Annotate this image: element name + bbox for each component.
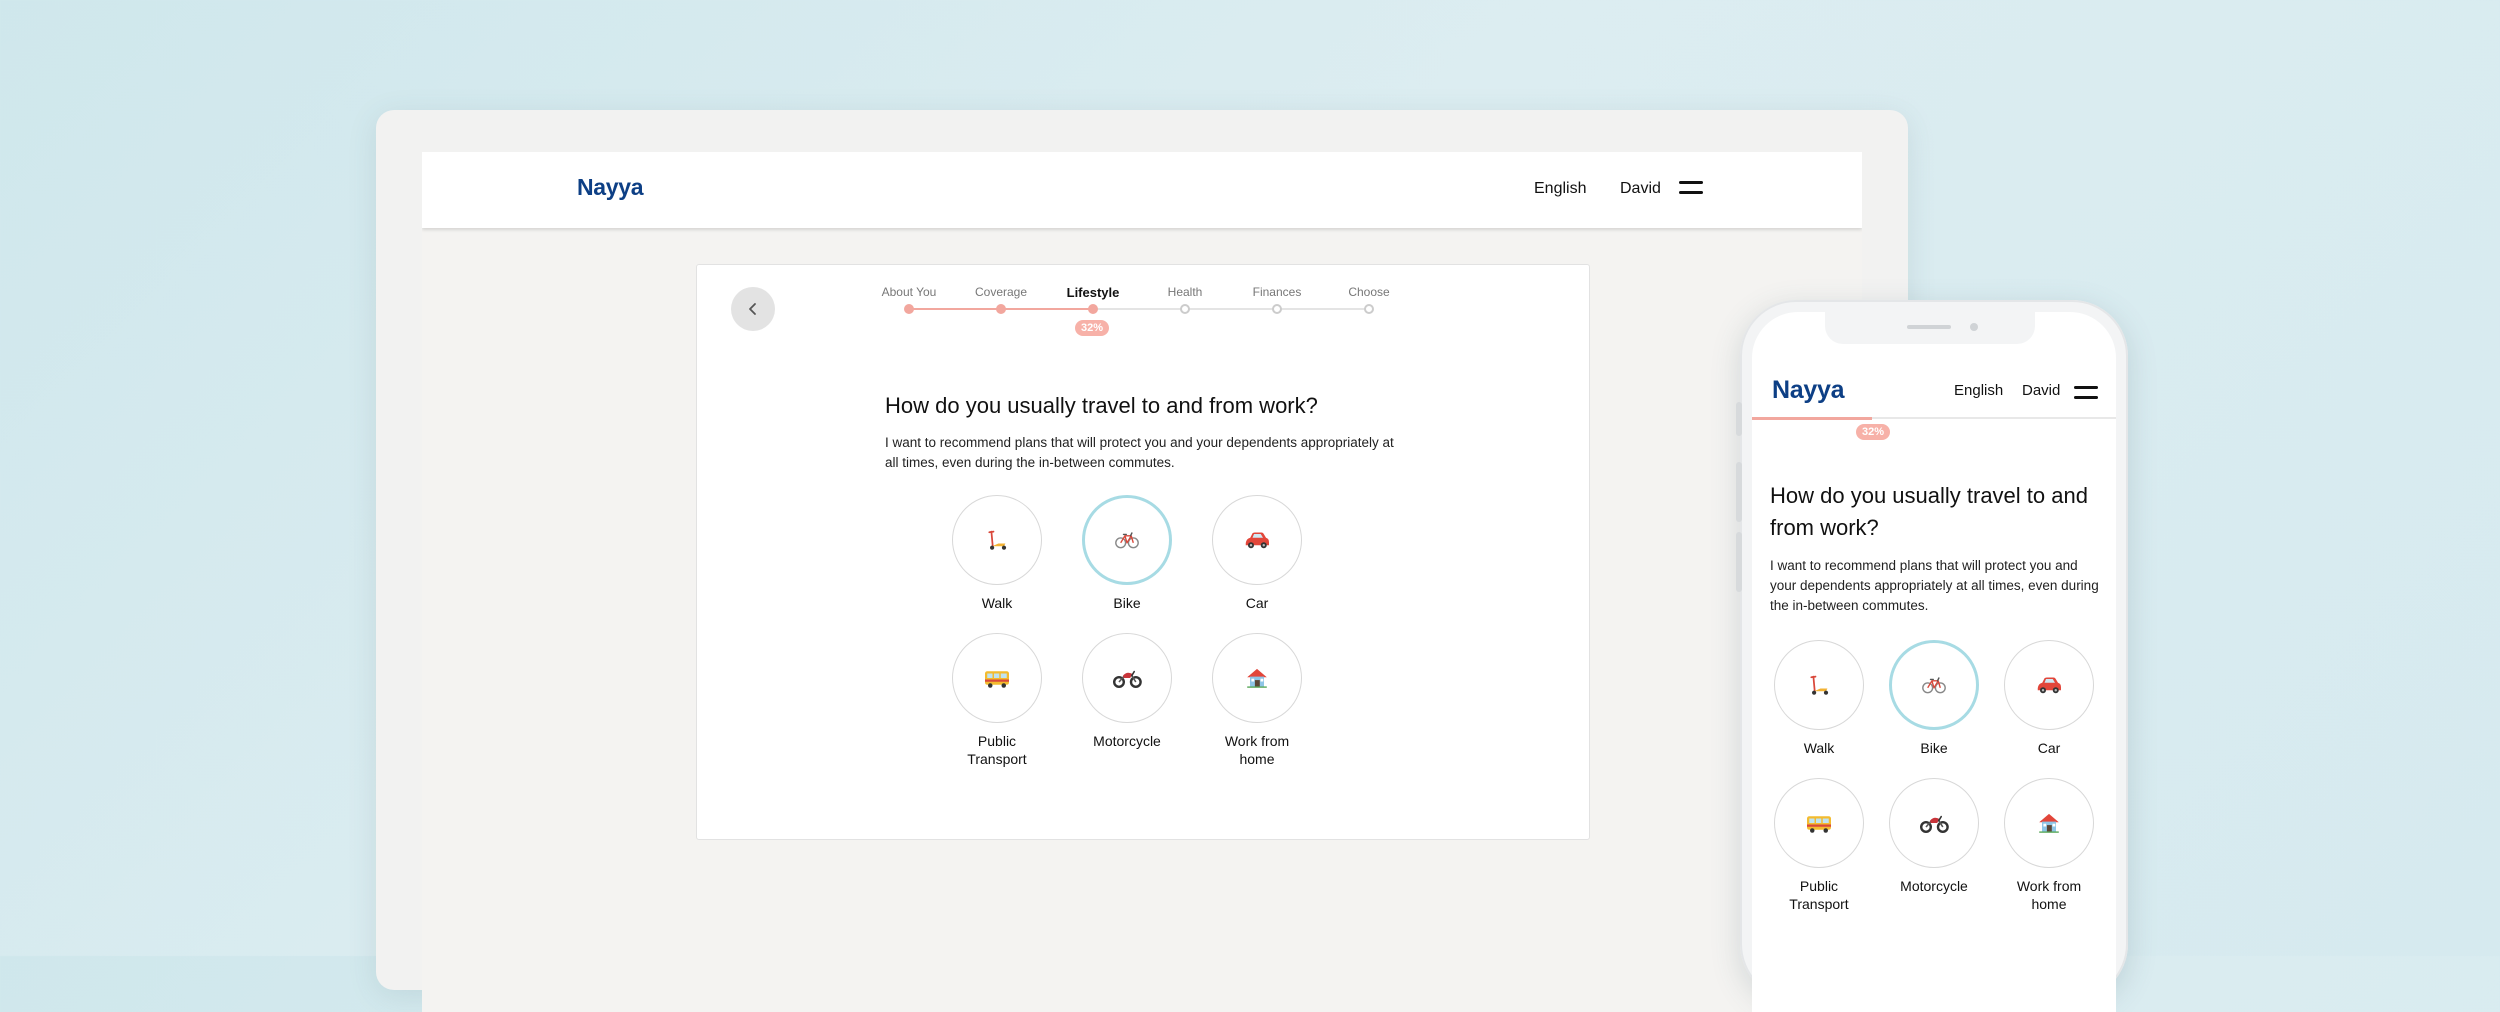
user-menu-name[interactable]: David	[1620, 180, 1661, 198]
hamburger-icon[interactable]	[1679, 181, 1703, 195]
back-button[interactable]	[731, 287, 775, 331]
step-dot	[1088, 304, 1098, 314]
step-choose: Choose	[1348, 285, 1390, 299]
step-dot	[996, 304, 1006, 314]
language-selector[interactable]: English	[1534, 180, 1586, 198]
questionnaire-card: About You Coverage Lifestyle Health Fina…	[696, 264, 1590, 840]
step-dot	[1364, 304, 1374, 314]
option-label: Public Transport	[967, 733, 1027, 767]
phone-side-button	[1736, 532, 1742, 592]
question-description: I want to recommend plans that will prot…	[885, 435, 1394, 470]
progress-percent-badge: 32%	[1075, 320, 1110, 336]
option-circle-selected[interactable]	[1889, 640, 1979, 730]
option-public-transport[interactable]: Public Transport	[1764, 778, 1874, 913]
nayya-logo[interactable]: Nayya	[577, 174, 644, 201]
option-label: Public Transport	[1789, 878, 1849, 912]
mobile-progress-fill	[1752, 417, 1872, 420]
scooter-icon	[983, 526, 1011, 554]
option-circle[interactable]	[1774, 778, 1864, 868]
phone-frame: Nayya English David 32% How do you usual…	[1736, 300, 2128, 1012]
scooter-icon	[1805, 671, 1833, 699]
bicycle-icon	[1113, 526, 1141, 554]
option-label: Car	[2037, 740, 2061, 756]
option-label: Bike	[1920, 740, 1948, 756]
option-circle[interactable]	[1212, 633, 1302, 723]
option-bike[interactable]: Bike	[1067, 495, 1187, 613]
option-car[interactable]: Car	[1197, 495, 1317, 613]
bus-icon	[982, 663, 1012, 693]
option-label: Motorcycle	[1093, 733, 1161, 749]
phone-side-button	[1736, 402, 1742, 436]
motorcycle-icon	[1111, 662, 1143, 694]
mobile-header: Nayya English David	[1752, 312, 2116, 420]
option-car[interactable]: Car	[1994, 640, 2104, 758]
option-label: Walk	[981, 595, 1013, 611]
option-walk[interactable]: Walk	[1764, 640, 1874, 758]
nayya-logo[interactable]: Nayya	[1772, 376, 1844, 405]
top-navigation-bar: Nayya English David	[422, 152, 1862, 228]
option-work-from-home[interactable]: Work from home	[1994, 778, 2104, 913]
option-motorcycle[interactable]: Motorcycle	[1067, 633, 1187, 751]
option-circle[interactable]	[1212, 495, 1302, 585]
progress-percent-badge: 32%	[1856, 424, 1891, 440]
car-icon	[2034, 670, 2064, 700]
question-title: How do you usually travel to and from wo…	[1770, 483, 2088, 540]
option-circle[interactable]	[1774, 640, 1864, 730]
car-icon	[1242, 525, 1272, 555]
chevron-left-icon	[749, 303, 756, 315]
option-circle[interactable]	[952, 495, 1042, 585]
bus-icon	[1804, 808, 1834, 838]
option-circle[interactable]	[1082, 633, 1172, 723]
option-public-transport[interactable]: Public Transport	[937, 633, 1057, 768]
option-label: Walk	[1803, 740, 1835, 756]
option-circle[interactable]	[2004, 640, 2094, 730]
motorcycle-icon	[1918, 807, 1950, 839]
option-label: Car	[1245, 595, 1269, 611]
option-circle-selected[interactable]	[1082, 495, 1172, 585]
mobile-screen: Nayya English David 32% How do you usual…	[1752, 312, 2116, 1012]
question-title: How do you usually travel to and from wo…	[885, 393, 1318, 418]
option-work-from-home[interactable]: Work from home	[1197, 633, 1317, 768]
option-circle[interactable]	[952, 633, 1042, 723]
option-label: Bike	[1113, 595, 1141, 611]
progress-stepper: About You Coverage Lifestyle Health Fina…	[877, 285, 1437, 345]
option-label: Work from home	[2016, 878, 2082, 912]
step-dot	[1272, 304, 1282, 314]
desktop-screen: Nayya English David About You Coverage L…	[422, 152, 1862, 1012]
option-label: Motorcycle	[1900, 878, 1968, 894]
user-menu-name[interactable]: David	[2022, 382, 2060, 399]
house-icon	[2035, 809, 2063, 837]
option-motorcycle[interactable]: Motorcycle	[1879, 778, 1989, 896]
question-description: I want to recommend plans that will prot…	[1770, 558, 2099, 613]
option-bike[interactable]: Bike	[1879, 640, 1989, 758]
option-circle[interactable]	[2004, 778, 2094, 868]
house-icon	[1243, 664, 1271, 692]
option-label: Work from home	[1224, 733, 1290, 767]
phone-side-button	[1736, 462, 1742, 522]
step-dot	[1180, 304, 1190, 314]
hamburger-icon[interactable]	[2074, 386, 2098, 400]
step-dot	[904, 304, 914, 314]
option-walk[interactable]: Walk	[937, 495, 1057, 613]
option-circle[interactable]	[1889, 778, 1979, 868]
bicycle-icon	[1920, 671, 1948, 699]
laptop-frame: Nayya English David About You Coverage L…	[376, 110, 1908, 1012]
language-selector[interactable]: English	[1954, 382, 2003, 399]
